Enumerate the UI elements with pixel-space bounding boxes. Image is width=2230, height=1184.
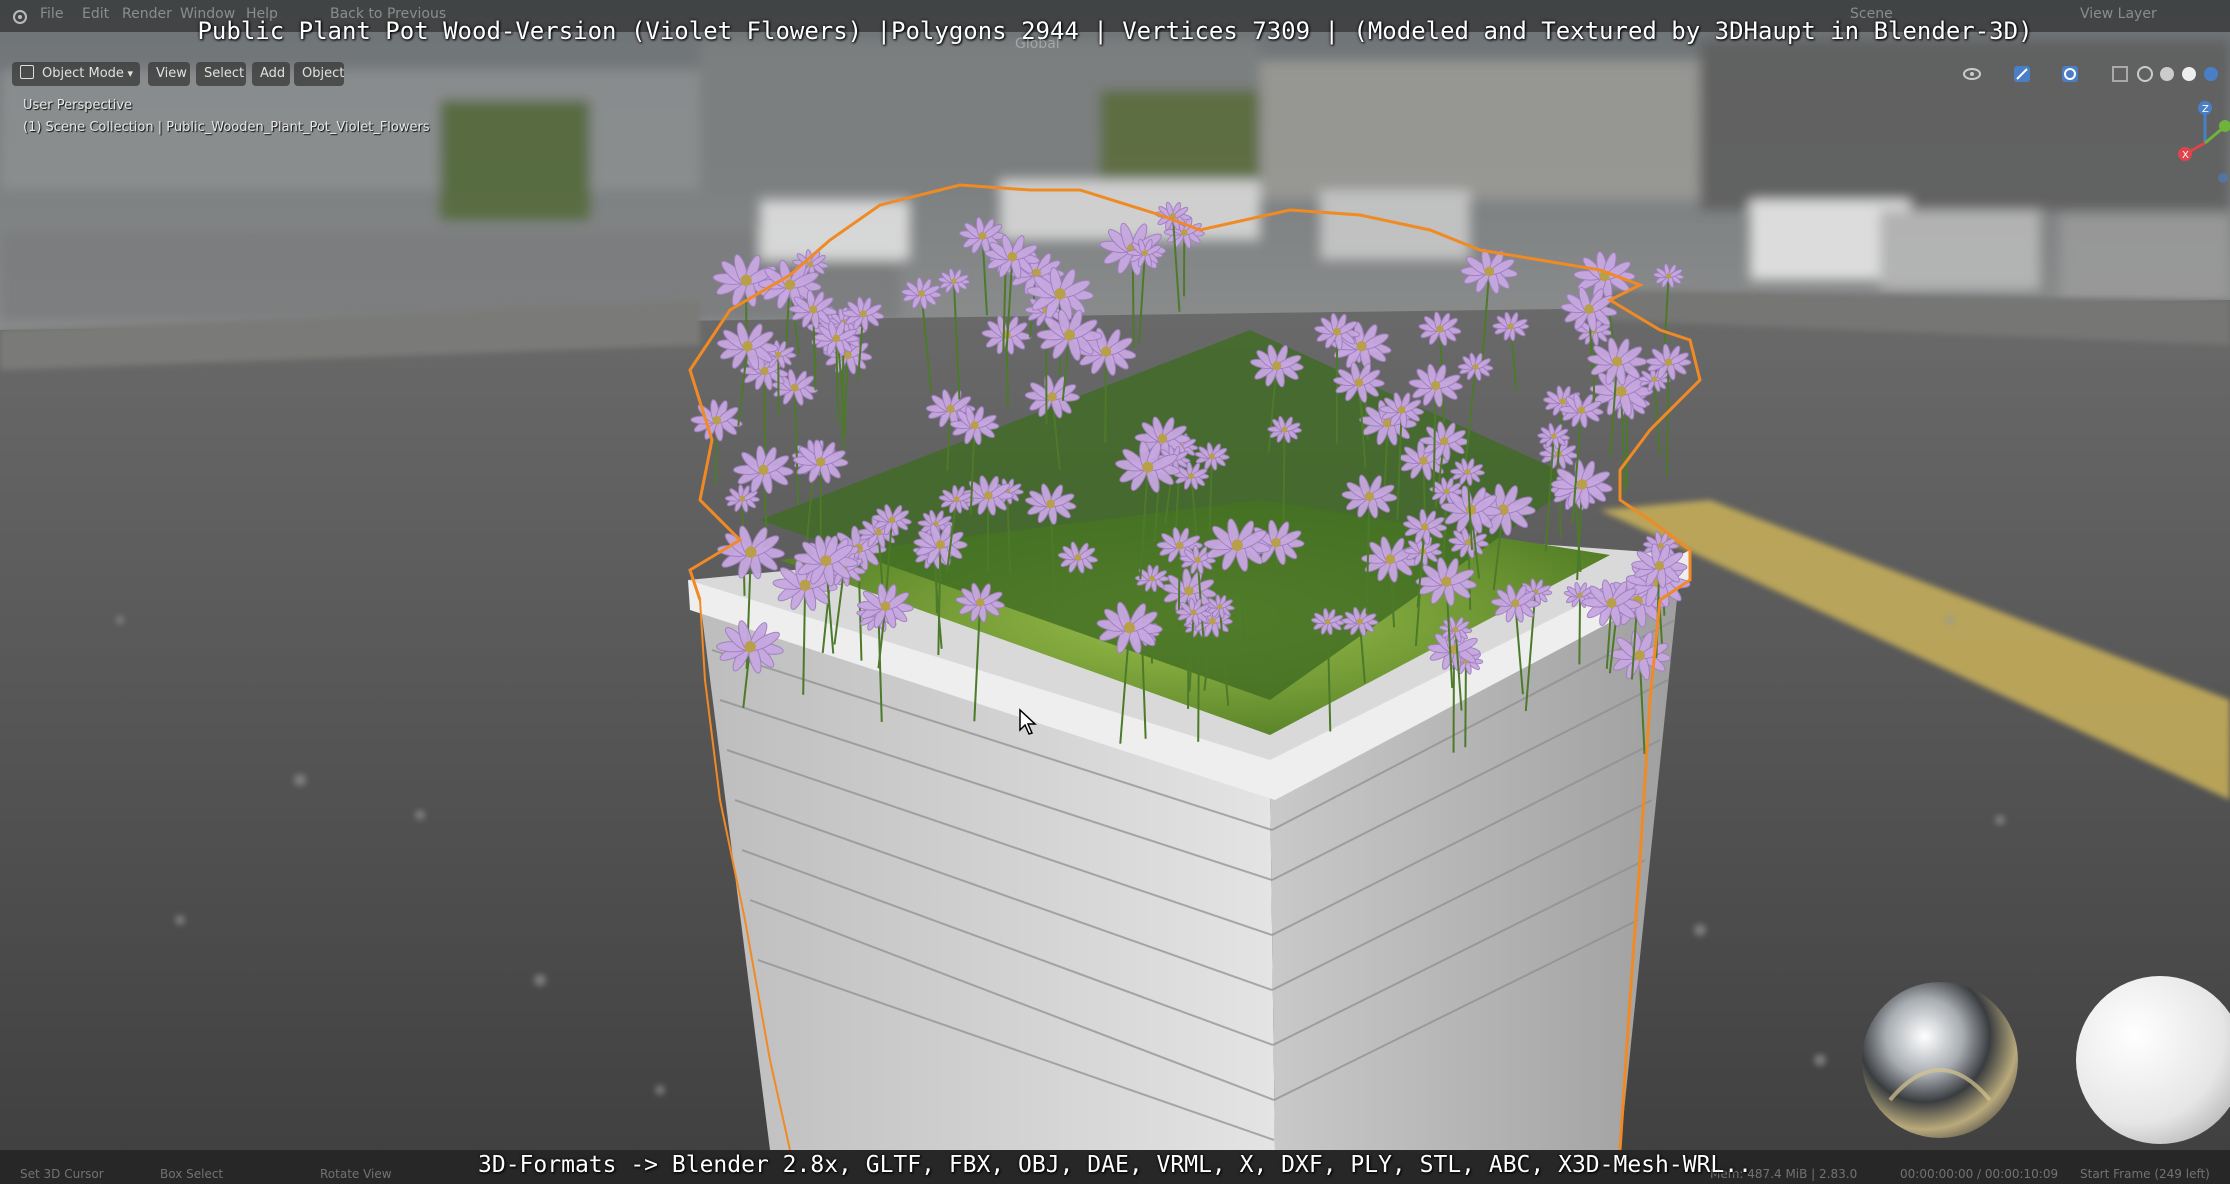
view-name: User Perspective [23, 98, 133, 113]
wireframe-shading-icon[interactable] [2135, 64, 2155, 84]
add-menu[interactable]: Add [252, 62, 290, 86]
svg-text:Z: Z [2202, 104, 2209, 115]
select-menu[interactable]: Select [196, 62, 246, 86]
object-mode-dropdown[interactable]: Object Mode ▾ [12, 62, 140, 86]
overlays-toggle-icon[interactable] [2060, 64, 2080, 84]
viewport-shading-controls [1960, 62, 2230, 86]
object-menu[interactable]: Object [294, 62, 344, 86]
mouse-cursor-icon [1019, 708, 1037, 735]
solid-shading-icon[interactable] [2157, 64, 2177, 84]
xray-toggle-icon[interactable] [2110, 64, 2130, 84]
chevron-down-icon: ▾ [127, 67, 133, 80]
view-menu[interactable]: View [148, 62, 190, 86]
transform-orientation-dropdown[interactable]: Global [1015, 36, 1060, 52]
axes-gizmo-icon[interactable]: Z X [2175, 98, 2230, 188]
collection-info: (1) Scene Collection | Public_Wooden_Pla… [23, 120, 430, 135]
material-preview-shading-icon[interactable] [2179, 64, 2199, 84]
overlay-formats: 3D-Formats -> Blender 2.8x, GLTF, FBX, O… [478, 1152, 1752, 1178]
hdri-chrome-sphere [1862, 982, 2018, 1138]
object-mode-icon [20, 65, 34, 79]
svg-text:X: X [2182, 150, 2189, 161]
visibility-icon[interactable] [1962, 64, 1982, 84]
gizmo-toggle-icon[interactable] [2012, 64, 2032, 84]
rendered-shading-icon[interactable] [2201, 64, 2221, 84]
hdri-diffuse-sphere [2076, 976, 2230, 1144]
object-mode-label: Object Mode [42, 66, 124, 81]
